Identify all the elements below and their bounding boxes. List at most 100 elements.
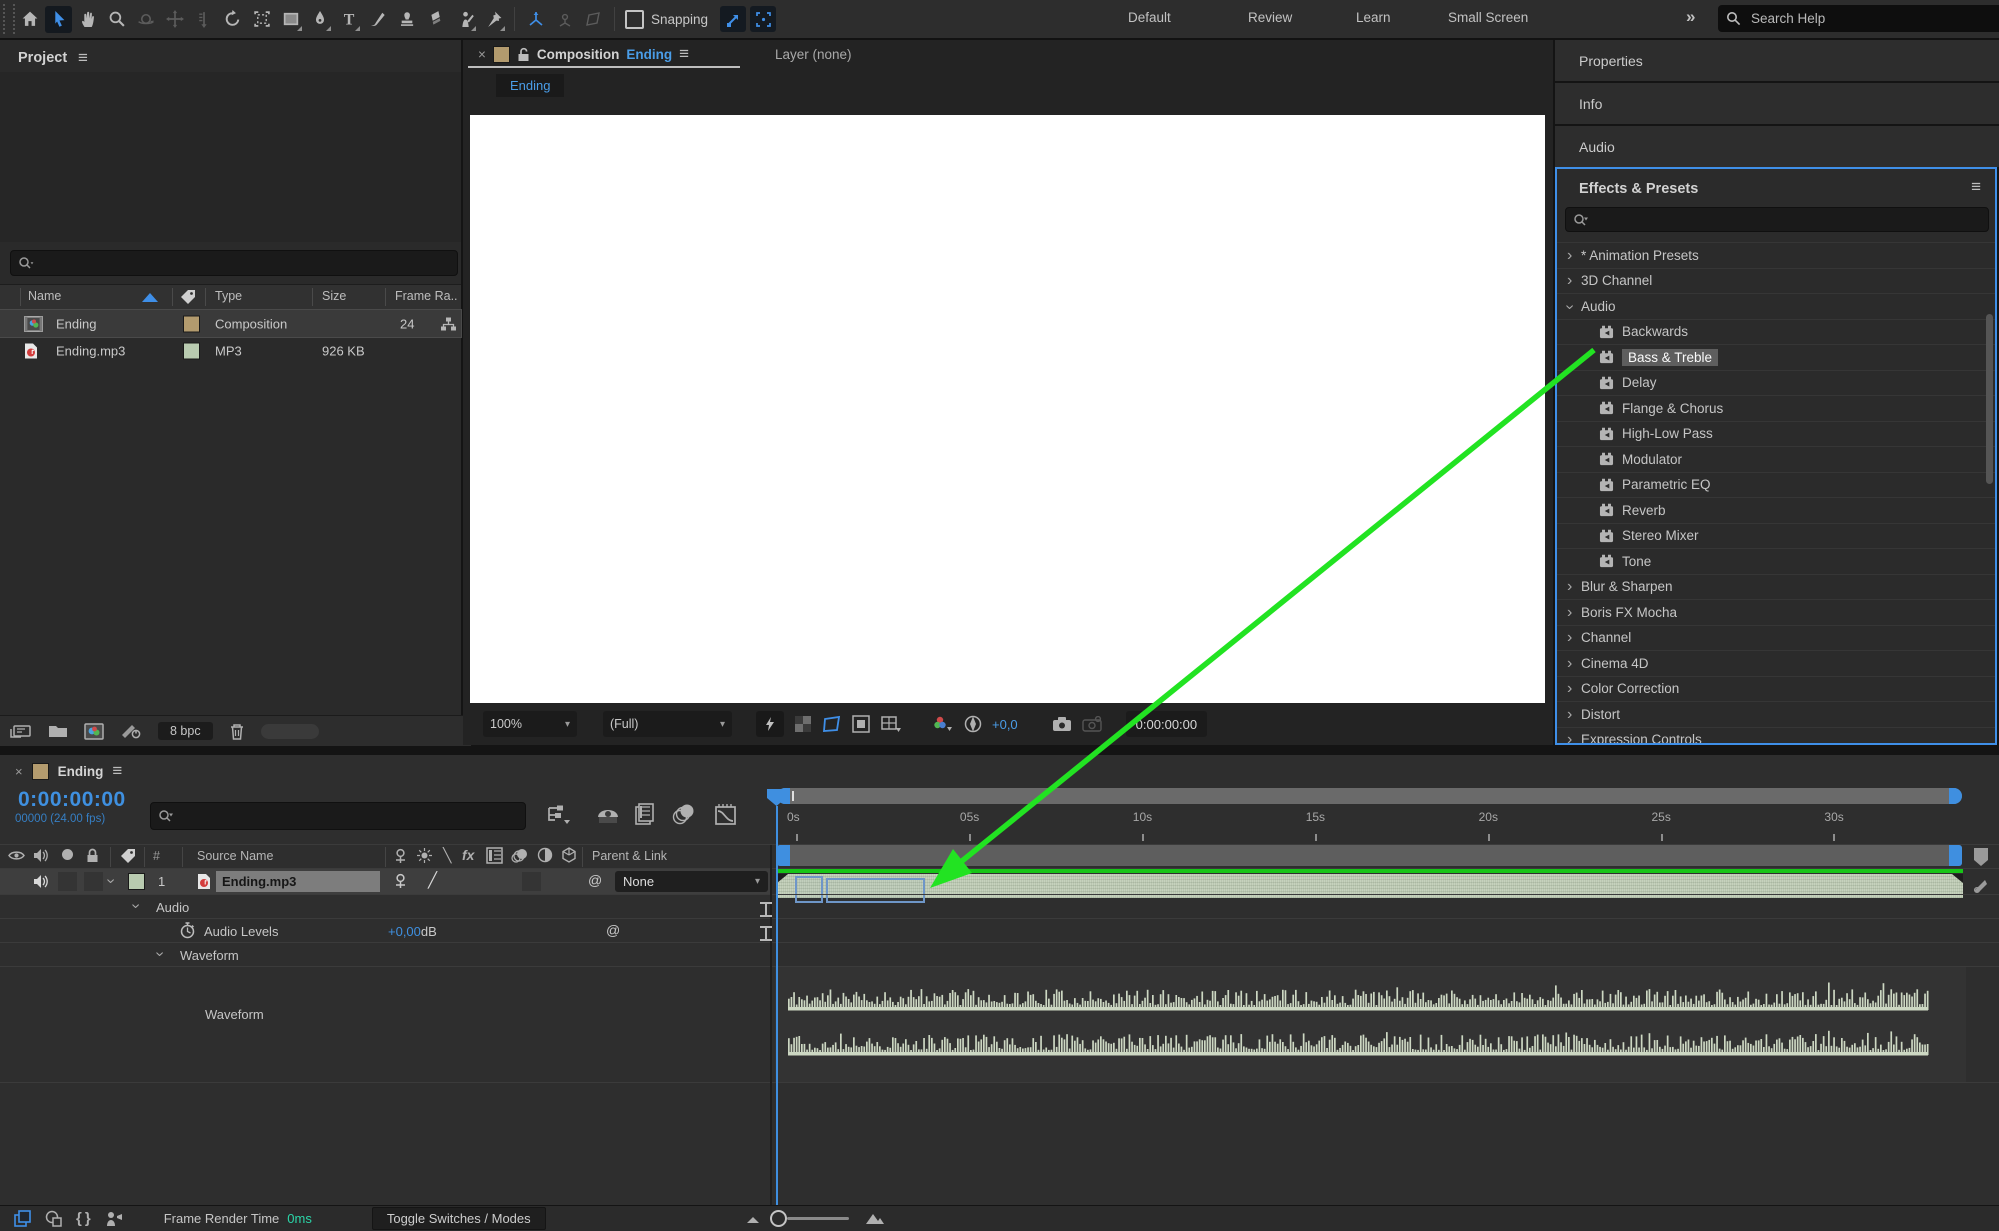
audio-levels-label[interactable]: Audio Levels: [204, 924, 278, 939]
layer-tab[interactable]: Layer (none): [775, 40, 852, 68]
snapping-checkbox[interactable]: [625, 10, 644, 29]
effects-category-audio[interactable]: › Audio: [1557, 293, 1995, 319]
twirl-icon[interactable]: ›: [1567, 273, 1581, 288]
toggle-switches-modes-button[interactable]: Toggle Switches / Modes: [372, 1207, 546, 1230]
timeline-zoom-slider[interactable]: [770, 1210, 849, 1227]
roto-brush-tool-icon[interactable]: [451, 6, 478, 33]
timeline-current-timecode[interactable]: 0:00:00:00: [18, 788, 126, 812]
effects-category-animation-presets[interactable]: › * Animation Presets: [1557, 242, 1995, 268]
effects-panel-title[interactable]: Effects & Presets: [1579, 181, 1698, 197]
effect-item-bass-treble[interactable]: Bass & Treble: [1557, 344, 1995, 370]
local-axis-mode-icon[interactable]: [522, 6, 549, 33]
work-area-end-handle[interactable]: [1949, 845, 1962, 866]
timeline-panel-divider[interactable]: [770, 845, 772, 1205]
snapshot-camera-icon[interactable]: [1052, 716, 1072, 732]
audio-group-label[interactable]: Audio: [156, 900, 189, 915]
rectangle-tool-icon[interactable]: [277, 6, 304, 33]
sort-ascending-icon[interactable]: [142, 293, 158, 302]
eraser-tool-icon[interactable]: [422, 6, 449, 33]
graph-editor-icon[interactable]: [714, 803, 738, 827]
workspace-review[interactable]: Review: [1248, 10, 1292, 25]
unlock-icon[interactable]: [517, 47, 530, 62]
viewer-menu-icon[interactable]: ≡: [679, 44, 689, 64]
draft-3d-icon[interactable]: [45, 1210, 62, 1227]
selection-tool-icon[interactable]: [45, 6, 72, 33]
help-search-box[interactable]: [1718, 5, 1999, 32]
layer-row-1[interactable]: › 1 Ending.mp3 ╱ @ None▾: [0, 869, 770, 894]
effect-item-delay[interactable]: Delay: [1557, 370, 1995, 396]
layer-source-name[interactable]: Ending.mp3: [216, 871, 380, 892]
twirl-icon[interactable]: ›: [1567, 707, 1581, 722]
waveform-group-label[interactable]: Waveform: [180, 948, 239, 963]
waveform-group-twirl-icon[interactable]: ›: [155, 951, 165, 956]
puppet-pin-tool-icon[interactable]: [480, 6, 507, 33]
home-icon[interactable]: [16, 6, 43, 33]
resolution-dropdown[interactable]: (Full)▾: [603, 711, 732, 737]
effects-category-boris-fx-mocha[interactable]: › Boris FX Mocha: [1557, 599, 1995, 625]
magnification-dropdown[interactable]: 100%▾: [483, 711, 577, 737]
channel-settings-icon[interactable]: [932, 715, 954, 733]
view-axis-mode-icon[interactable]: [580, 6, 607, 33]
effects-category-channel[interactable]: › Channel: [1557, 625, 1995, 651]
work-area-start-handle[interactable]: [777, 845, 790, 866]
dolly-camera-tool-icon[interactable]: [190, 6, 217, 33]
panel-header-properties[interactable]: Properties: [1555, 40, 1999, 81]
snap-to-features-icon[interactable]: [720, 6, 746, 32]
project-row[interactable]: Ending.mp3 MP3 926 KB: [0, 337, 461, 364]
camera-person-icon[interactable]: [105, 1211, 124, 1227]
workspace-default[interactable]: Default: [1128, 10, 1171, 25]
hide-shy-layers-icon[interactable]: [596, 805, 620, 825]
zoom-tool-icon[interactable]: [103, 6, 130, 33]
label-color-column-icon[interactable]: [180, 289, 196, 305]
layer-twirl-icon[interactable]: ›: [106, 878, 116, 883]
item-label-swatch[interactable]: [183, 315, 200, 332]
twirl-icon[interactable]: ›: [1567, 732, 1581, 745]
world-axis-mode-icon[interactable]: [551, 6, 578, 33]
pan-camera-tool-icon[interactable]: [161, 6, 188, 33]
effects-category-color-correction[interactable]: › Color Correction: [1557, 676, 1995, 702]
switch-cell[interactable]: [58, 872, 77, 891]
camera-tool-icon[interactable]: [248, 6, 275, 33]
hand-tool-icon[interactable]: [74, 6, 101, 33]
composition-mini-flowchart-icon[interactable]: [546, 805, 572, 825]
new-folder-icon[interactable]: [48, 723, 68, 739]
playhead-handle[interactable]: [766, 788, 787, 807]
effect-item-reverb[interactable]: Reverb: [1557, 497, 1995, 523]
audio-speaker-icon[interactable]: [33, 848, 48, 863]
parent-link-column[interactable]: Parent & Link: [592, 849, 667, 863]
solo-icon[interactable]: [62, 849, 73, 860]
grid-guides-icon[interactable]: [880, 715, 902, 733]
anchor-switch-icon[interactable]: [393, 873, 408, 889]
help-search-input[interactable]: [1749, 10, 1953, 27]
twirl-icon[interactable]: ›: [1567, 681, 1581, 696]
effect-item-stereo-mixer[interactable]: Stereo Mixer: [1557, 523, 1995, 549]
audio-on-speaker-icon[interactable]: [33, 874, 48, 889]
rotate-tool-icon[interactable]: [219, 6, 246, 33]
timeline-tab[interactable]: × Ending ≡: [15, 761, 122, 781]
comp-button-icon[interactable]: [1972, 877, 1990, 895]
twirl-icon[interactable]: ›: [1567, 579, 1581, 594]
comp-marker-bin-icon[interactable]: [1972, 847, 1990, 867]
effects-category-cinema-4d[interactable]: › Cinema 4D: [1557, 650, 1995, 676]
effects-panel-menu-icon[interactable]: ≡: [1971, 177, 1981, 197]
exposure-shutter-icon[interactable]: [964, 715, 982, 733]
bit-depth-button[interactable]: 8 bpc: [158, 722, 213, 740]
twirl-icon[interactable]: ›: [1567, 299, 1581, 314]
snapping-label[interactable]: Snapping: [651, 12, 708, 27]
viewer-subtab-ending[interactable]: Ending: [496, 74, 564, 97]
mask-visibility-icon[interactable]: [852, 715, 870, 733]
zoom-out-mountain-icon[interactable]: [746, 1214, 760, 1224]
toolbar-grip[interactable]: [3, 4, 15, 34]
twirl-icon[interactable]: ›: [1567, 630, 1581, 645]
close-icon[interactable]: ×: [15, 764, 23, 779]
motion-blur-icon[interactable]: [672, 803, 696, 825]
item-label-swatch[interactable]: [183, 342, 200, 359]
show-snapshot-icon[interactable]: [1082, 716, 1102, 732]
source-name-column[interactable]: Source Name: [197, 849, 273, 863]
effect-item-high-low-pass[interactable]: High-Low Pass: [1557, 421, 1995, 447]
workspace-learn[interactable]: Learn: [1356, 10, 1391, 25]
effect-item-backwards[interactable]: Backwards: [1557, 319, 1995, 345]
close-icon[interactable]: ×: [478, 47, 486, 62]
fast-previews-icon[interactable]: [756, 711, 784, 737]
panel-header-audio[interactable]: Audio: [1555, 126, 1999, 167]
